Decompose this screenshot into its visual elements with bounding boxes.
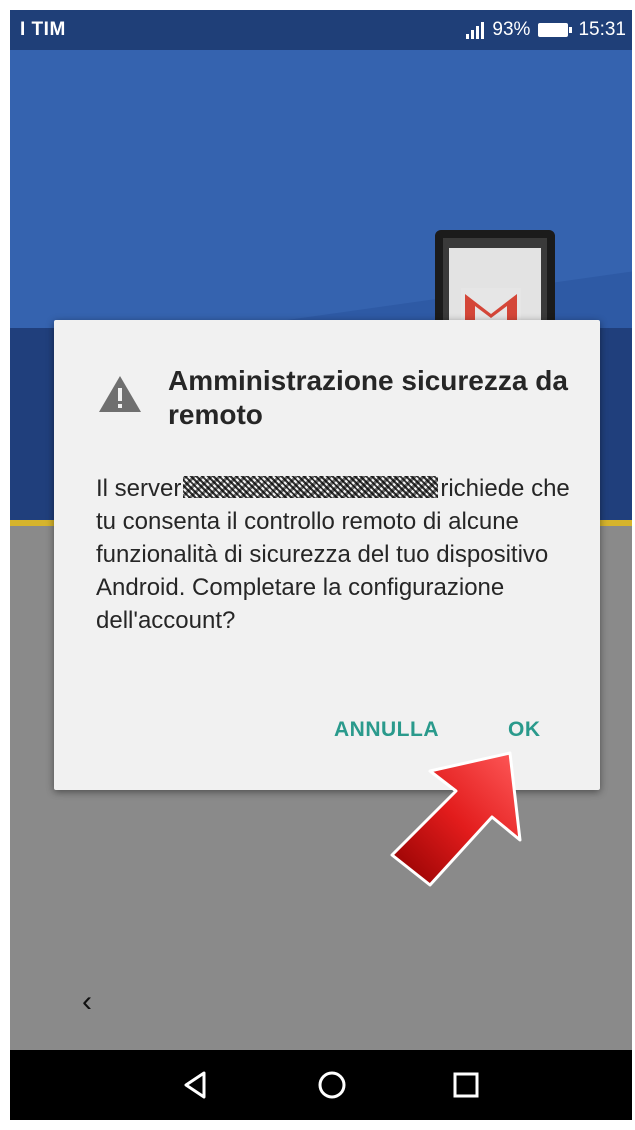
- signal-icon: [466, 21, 485, 39]
- back-chevron-icon[interactable]: ‹: [82, 985, 92, 1019]
- dialog-message: Il server richiede che tu consenta il con…: [96, 472, 576, 637]
- red-arrow-annotation: [390, 751, 522, 887]
- nav-back-icon[interactable]: [176, 1065, 216, 1105]
- phone-screen: I TIM 93% 15:31 ‹ Amministrazione sicure…: [10, 10, 632, 1120]
- ok-button[interactable]: OK: [500, 712, 549, 748]
- clock: 15:31: [578, 19, 626, 40]
- battery-percent: 93%: [492, 19, 531, 40]
- cancel-button[interactable]: ANNULLA: [326, 712, 447, 748]
- remote-admin-dialog: Amministrazione sicurezza da remoto Il s…: [54, 320, 600, 790]
- nav-home-icon[interactable]: [312, 1065, 352, 1105]
- status-indicators: 93% 15:31: [466, 19, 626, 41]
- nav-recents-icon[interactable]: [446, 1065, 486, 1105]
- redacted-server-name: [183, 476, 439, 498]
- dialog-title: Amministrazione sicurezza da remoto: [168, 365, 568, 430]
- battery-icon: [538, 23, 573, 37]
- carrier-name: I TIM: [20, 19, 66, 40]
- warning-icon: [99, 376, 141, 412]
- navigation-bar: [10, 1050, 632, 1120]
- status-bar: I TIM 93% 15:31: [10, 10, 632, 50]
- message-prefix: Il server: [96, 475, 182, 502]
